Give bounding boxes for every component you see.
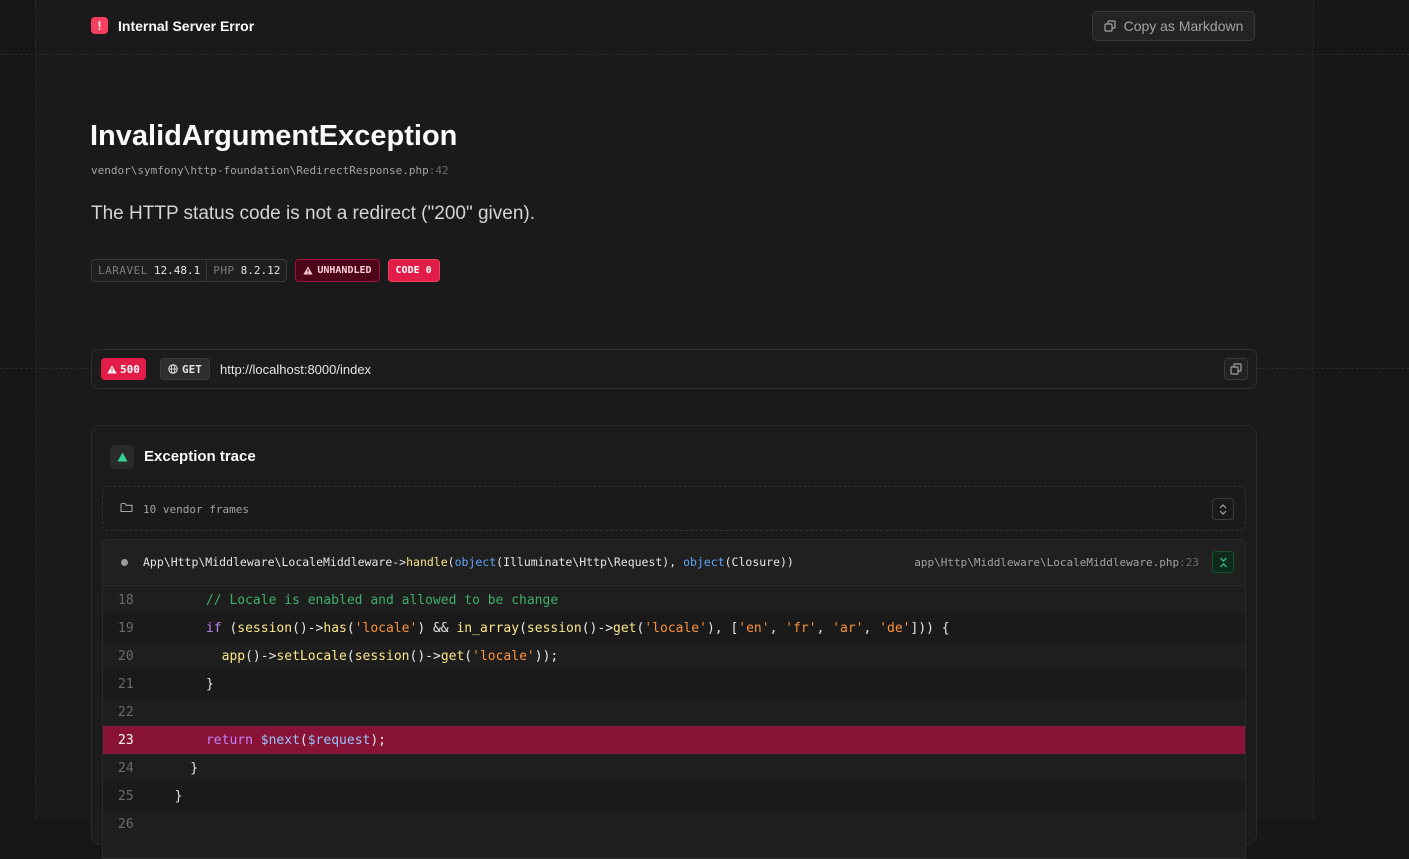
- line-code: app()->setLocale(session()->get('locale'…: [221, 648, 559, 664]
- frame-file-path: app\Http\Middleware\LocaleMiddleware.php: [914, 556, 1180, 569]
- guide-line-right: [1313, 0, 1314, 819]
- frame-args-open: (: [447, 555, 455, 569]
- warning-triangle-icon: [303, 266, 313, 275]
- line-number: 24: [118, 760, 134, 776]
- code-line: 26: [103, 810, 1245, 838]
- guide-line-top: [0, 54, 1409, 55]
- code-snippet: 18 // Locale is enabled and allowed to b…: [103, 586, 1245, 838]
- expand-vendor-button[interactable]: [1212, 498, 1234, 520]
- exception-file-path: vendor\symfony\http-foundation\RedirectR…: [91, 164, 429, 177]
- stack-frame: App\Http\Middleware\LocaleMiddleware->ha…: [102, 539, 1246, 859]
- exception-trace-panel: Exception trace 10 vendor frames App\Htt…: [91, 425, 1257, 859]
- copy-url-button[interactable]: [1224, 358, 1248, 380]
- exception-file-line: :42: [428, 164, 449, 177]
- frame-arg2-keyword: object: [683, 555, 725, 569]
- request-method: GET: [182, 362, 202, 376]
- exception-message: The HTTP status code is not a redirect (…: [91, 203, 536, 224]
- code-line: 21 }: [103, 670, 1245, 698]
- code-line: 19 if (session()->has('locale') && in_ar…: [103, 614, 1245, 642]
- request-bar: 500 GET http://localhost:8000/index: [91, 349, 1257, 389]
- unhandled-badge: UNHANDLED: [295, 259, 380, 282]
- code-line: 18 // Locale is enabled and allowed to b…: [103, 586, 1245, 614]
- line-number: 19: [118, 620, 134, 636]
- code-line: 22: [103, 698, 1245, 726]
- code-line: 20 app()->setLocale(session()->get('loca…: [103, 642, 1245, 670]
- framework-version: 12.48.1: [153, 264, 201, 277]
- line-code: return $next($request);: [205, 732, 387, 748]
- code-line: 25 }: [103, 782, 1245, 810]
- folder-icon: [120, 502, 133, 513]
- exception-file: vendor\symfony\http-foundation\RedirectR…: [91, 164, 449, 177]
- version-badges: LARAVEL 12.48.1 PHP 8.2.12: [91, 259, 288, 282]
- status-badge: 500: [101, 358, 146, 380]
- globe-icon: [168, 364, 178, 374]
- chevron-up-down-icon: [1219, 503, 1227, 515]
- line-code: }: [159, 788, 183, 804]
- line-code: if (session()->has('locale') && in_array…: [205, 620, 950, 636]
- frame-file-line: :23: [1179, 556, 1199, 569]
- framework-name: LARAVEL: [98, 264, 148, 277]
- frame-arg2: (Closure)): [724, 555, 794, 569]
- frame-signature: App\Http\Middleware\LocaleMiddleware->ha…: [143, 555, 794, 569]
- code-badge: CODE 0: [387, 259, 440, 282]
- request-url: http://localhost:8000/index: [220, 362, 372, 377]
- frame-class: App\Http\Middleware\LocaleMiddleware->: [143, 555, 407, 569]
- frame-file: app\Http\Middleware\LocaleMiddleware.php…: [914, 556, 1199, 569]
- php-name: PHP: [213, 264, 235, 277]
- line-number: 21: [118, 676, 134, 692]
- line-number: 22: [118, 704, 134, 720]
- frame-arg1-keyword: object: [454, 555, 497, 569]
- frame-dot-icon: [121, 559, 128, 566]
- copy-icon: [1230, 363, 1242, 375]
- frame-arg1: (Illuminate\Http\Request),: [496, 555, 684, 569]
- exception-class: InvalidArgumentException: [90, 120, 458, 152]
- stack-frame-header[interactable]: App\Http\Middleware\LocaleMiddleware->ha…: [103, 540, 1245, 586]
- status-code: 500: [120, 362, 140, 376]
- vendor-frames-toggle[interactable]: 10 vendor frames: [102, 486, 1246, 531]
- line-code: }: [159, 760, 199, 776]
- code-line-highlighted: 23 return $next($request);: [103, 726, 1245, 754]
- line-number: 23: [118, 732, 134, 748]
- code-line: 24 }: [103, 754, 1245, 782]
- chevrons-collapse-icon: [1219, 557, 1227, 567]
- page-header: ! Internal Server Error: [91, 17, 254, 34]
- trace-triangle-icon: [110, 445, 134, 469]
- collapse-frame-button[interactable]: [1212, 551, 1234, 573]
- copy-markdown-label: Copy as Markdown: [1123, 18, 1244, 34]
- line-number: 25: [118, 788, 134, 804]
- php-badge: PHP 8.2.12: [206, 260, 286, 281]
- php-version: 8.2.12: [240, 264, 281, 277]
- exclamation-icon: !: [91, 17, 108, 34]
- badge-row: LARAVEL 12.48.1 PHP 8.2.12 UNHANDLED CODE …: [91, 259, 440, 282]
- vendor-frames-label: 10 vendor frames: [143, 503, 249, 516]
- page-title: Internal Server Error: [118, 17, 255, 34]
- copy-icon: [1103, 20, 1116, 32]
- trace-title: Exception trace: [144, 448, 256, 465]
- method-badge: GET: [160, 358, 210, 380]
- line-number: 18: [118, 592, 134, 608]
- line-number: 20: [118, 648, 134, 664]
- guide-line-left: [35, 0, 36, 819]
- line-code: // Locale is enabled and allowed to be c…: [159, 592, 559, 608]
- frame-method: handle: [406, 555, 448, 569]
- warning-triangle-icon: [107, 365, 117, 373]
- line-code: }: [159, 676, 214, 692]
- framework-badge: LARAVEL 12.48.1: [92, 260, 206, 281]
- copy-markdown-button[interactable]: Copy as Markdown: [1092, 11, 1255, 41]
- unhandled-label: UNHANDLED: [317, 265, 372, 276]
